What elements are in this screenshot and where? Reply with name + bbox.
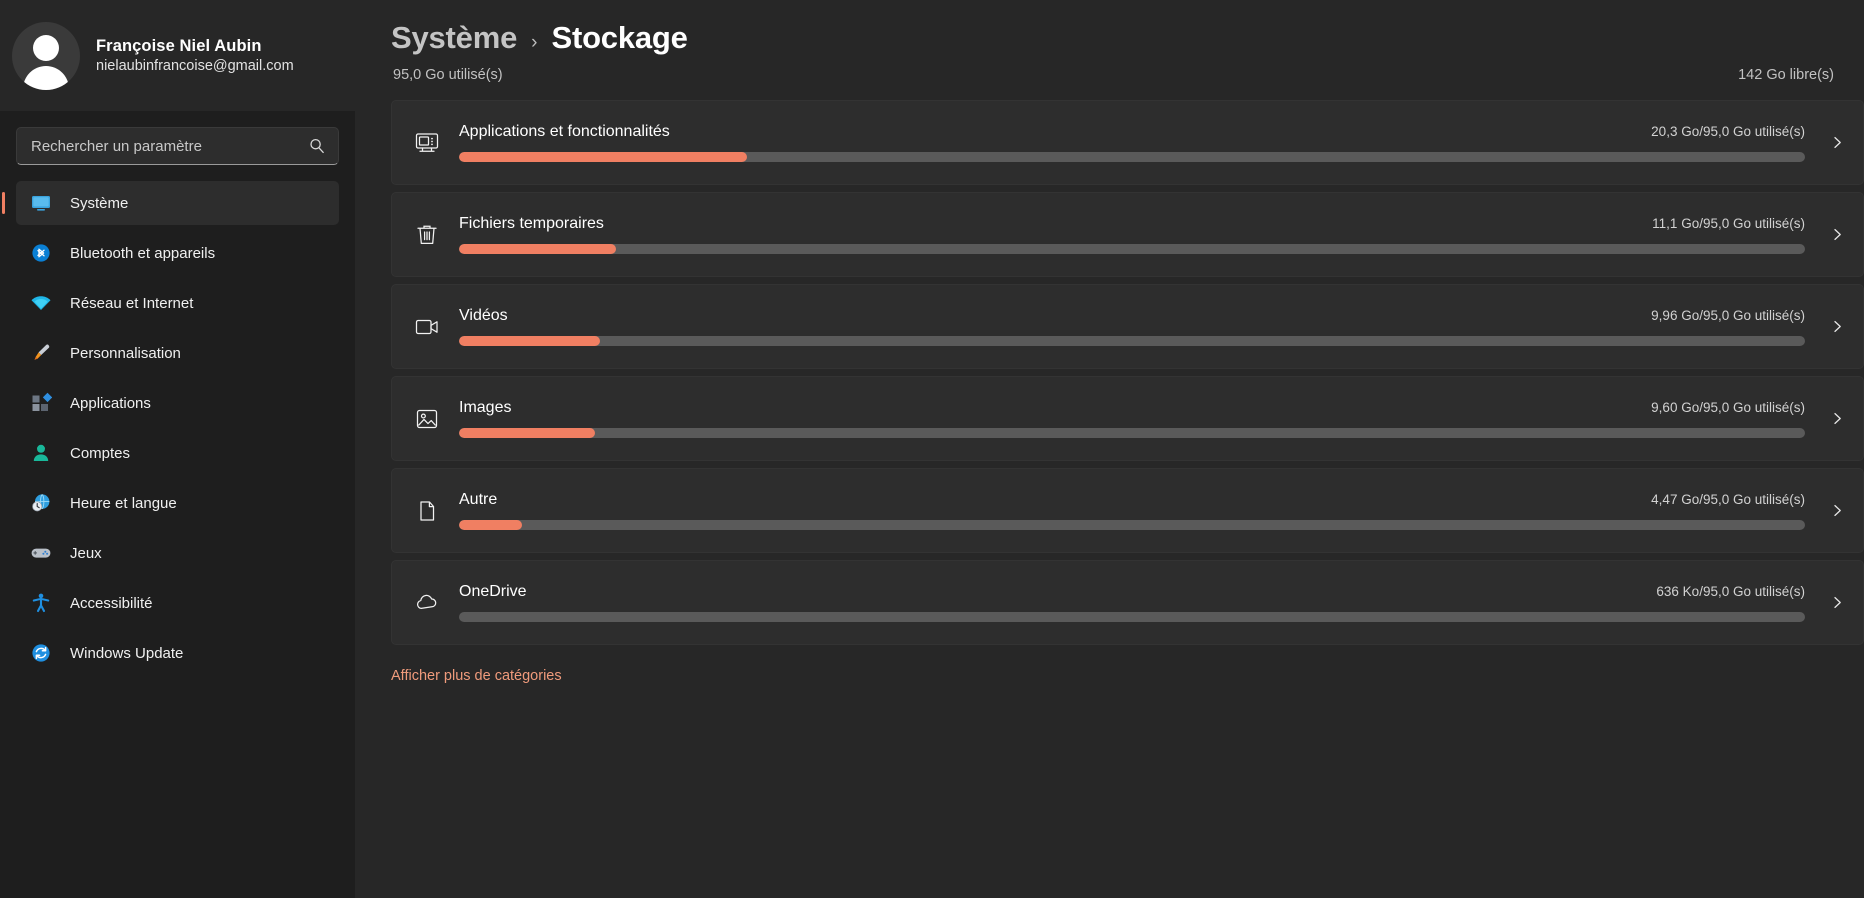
apps-icon — [30, 392, 53, 414]
storage-row-usage: 11,1 Go/95,0 Go utilisé(s) — [1652, 216, 1805, 231]
profile-card[interactable]: Françoise Niel Aubin nielaubinfrancoise@… — [0, 0, 355, 111]
clock-globe-icon — [30, 492, 52, 514]
storage-row-body: Autre 4,47 Go/95,0 Go utilisé(s) — [450, 491, 1811, 530]
gamepad-icon — [30, 542, 52, 564]
storage-row-usage: 9,60 Go/95,0 Go utilisé(s) — [1651, 400, 1805, 415]
wifi-icon — [30, 292, 52, 314]
video-camera-icon — [404, 313, 450, 341]
sidebar-item-label: Jeux — [70, 544, 102, 562]
paintbrush-icon — [30, 342, 52, 364]
storage-row-fichiers-temporaires[interactable]: Fichiers temporaires 11,1 Go/95,0 Go uti… — [391, 192, 1864, 277]
sidebar-nav: Système Bluetooth et appareils Réseau et… — [0, 181, 355, 675]
sidebar-item-label: Comptes — [70, 444, 131, 462]
storage-row-title: Images — [459, 399, 512, 416]
apps-features-icon — [404, 129, 450, 157]
search-container — [0, 111, 355, 165]
picture-icon — [404, 405, 450, 433]
sidebar-item-accessibilite[interactable]: Accessibilité — [16, 581, 339, 625]
storage-summary: 95,0 Go utilisé(s) 142 Go libre(s) — [391, 56, 1836, 83]
storage-row-autre[interactable]: Autre 4,47 Go/95,0 Go utilisé(s) — [391, 468, 1864, 553]
storage-row-body: Vidéos 9,96 Go/95,0 Go utilisé(s) — [450, 307, 1811, 346]
storage-progress-fill — [459, 428, 595, 438]
storage-row-body: OneDrive 636 Ko/95,0 Go utilisé(s) — [450, 583, 1811, 622]
person-icon — [30, 442, 52, 464]
sidebar-item-windows-update[interactable]: Windows Update — [16, 631, 339, 675]
storage-row-applications[interactable]: Applications et fonctionnalités 20,3 Go/… — [391, 100, 1864, 185]
sidebar-item-comptes[interactable]: Comptes — [16, 431, 339, 475]
storage-row-title: Applications et fonctionnalités — [459, 123, 670, 140]
sidebar-item-label: Heure et langue — [70, 494, 177, 512]
storage-row-body: Images 9,60 Go/95,0 Go utilisé(s) — [450, 399, 1811, 438]
chevron-right-icon[interactable] — [1811, 227, 1863, 242]
storage-row-title: Autre — [459, 491, 498, 508]
sidebar-item-bluetooth-et-appareils[interactable]: Bluetooth et appareils — [16, 231, 339, 275]
storage-progress-fill — [459, 152, 748, 162]
settings-window: Françoise Niel Aubin nielaubinfrancoise@… — [0, 0, 1864, 898]
storage-progress-track — [459, 336, 1805, 346]
page-title: Stockage — [551, 20, 688, 55]
storage-row-title: Fichiers temporaires — [459, 215, 604, 232]
sidebar-item-label: Réseau et Internet — [70, 294, 194, 312]
sidebar-item-label: Accessibilité — [70, 594, 153, 612]
profile-name: Françoise Niel Aubin — [96, 37, 262, 55]
storage-row-body: Fichiers temporaires 11,1 Go/95,0 Go uti… — [450, 215, 1811, 254]
breadcrumb-parent[interactable]: Système — [391, 20, 517, 56]
accessibility-icon — [30, 592, 52, 614]
search-box[interactable] — [16, 127, 339, 165]
storage-row-body: Applications et fonctionnalités 20,3 Go/… — [450, 123, 1811, 162]
monitor-icon — [30, 192, 52, 214]
storage-progress-track — [459, 428, 1805, 438]
sidebar: Françoise Niel Aubin nielaubinfrancoise@… — [0, 0, 355, 898]
chevron-right-icon[interactable] — [1811, 319, 1863, 334]
chevron-right-icon: › — [531, 32, 538, 53]
sidebar-item-reseau-et-internet[interactable]: Réseau et Internet — [16, 281, 339, 325]
storage-row-usage: 20,3 Go/95,0 Go utilisé(s) — [1651, 124, 1805, 139]
storage-row-images[interactable]: Images 9,60 Go/95,0 Go utilisé(s) — [391, 376, 1864, 461]
sidebar-item-label: Windows Update — [70, 644, 184, 662]
chevron-right-icon[interactable] — [1811, 595, 1863, 610]
storage-progress-track — [459, 520, 1805, 530]
storage-row-onedrive[interactable]: OneDrive 636 Ko/95,0 Go utilisé(s) — [391, 560, 1864, 645]
cloud-icon — [404, 589, 450, 617]
sidebar-item-label: Personnalisation — [70, 344, 181, 362]
search-input[interactable] — [31, 137, 308, 155]
sidebar-item-label: Système — [70, 194, 129, 212]
storage-category-list: Applications et fonctionnalités 20,3 Go/… — [355, 83, 1864, 645]
free-space-label: 142 Go libre(s) — [1738, 67, 1834, 83]
document-icon — [404, 497, 450, 525]
bluetooth-icon — [30, 242, 52, 264]
chevron-right-icon[interactable] — [1811, 411, 1863, 426]
storage-progress-fill — [459, 520, 523, 530]
update-refresh-icon — [30, 642, 52, 664]
sidebar-item-jeux[interactable]: Jeux — [16, 531, 339, 575]
show-more-categories-link[interactable]: Afficher plus de catégories — [391, 668, 562, 684]
sidebar-item-label: Bluetooth et appareils — [70, 244, 216, 262]
sidebar-item-label: Applications — [70, 394, 151, 412]
search-icon[interactable] — [308, 137, 326, 155]
storage-row-title: Vidéos — [459, 307, 508, 324]
storage-row-usage: 9,96 Go/95,0 Go utilisé(s) — [1651, 308, 1805, 323]
storage-row-usage: 636 Ko/95,0 Go utilisé(s) — [1656, 584, 1805, 599]
storage-progress-track — [459, 244, 1805, 254]
main-content: Système › Stockage 95,0 Go utilisé(s) 14… — [355, 0, 1864, 898]
chevron-right-icon[interactable] — [1811, 503, 1863, 518]
chevron-right-icon[interactable] — [1811, 135, 1863, 150]
sidebar-item-systeme[interactable]: Système — [2, 181, 339, 225]
storage-row-videos[interactable]: Vidéos 9,96 Go/95,0 Go utilisé(s) — [391, 284, 1864, 369]
sidebar-item-heure-et-langue[interactable]: Heure et langue — [16, 481, 339, 525]
used-space-label: 95,0 Go utilisé(s) — [393, 67, 503, 83]
storage-progress-track — [459, 612, 1805, 622]
breadcrumb: Système › Stockage — [391, 20, 1836, 56]
sidebar-item-personnalisation[interactable]: Personnalisation — [16, 331, 339, 375]
storage-row-title: OneDrive — [459, 583, 527, 600]
storage-row-usage: 4,47 Go/95,0 Go utilisé(s) — [1651, 492, 1805, 507]
storage-progress-fill — [459, 336, 601, 346]
sidebar-item-applications[interactable]: Applications — [16, 381, 339, 425]
profile-email: nielaubinfrancoise@gmail.com — [96, 58, 294, 74]
header-area: Système › Stockage 95,0 Go utilisé(s) 14… — [355, 0, 1864, 83]
user-avatar-icon — [12, 21, 80, 90]
storage-progress-fill — [459, 244, 617, 254]
trash-icon — [404, 221, 450, 249]
storage-progress-track — [459, 152, 1805, 162]
